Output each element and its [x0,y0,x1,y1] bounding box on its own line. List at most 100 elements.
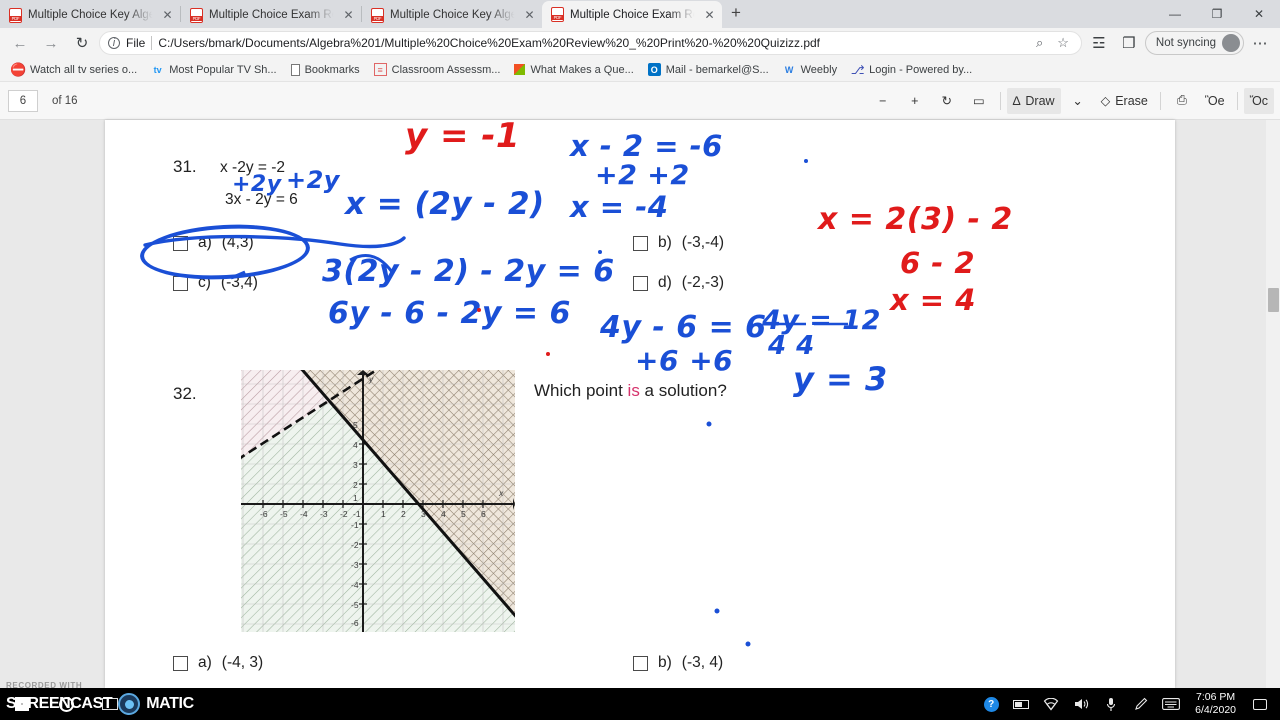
question-32-option-b[interactable]: b) (-3, 4) [633,654,723,672]
page-icon [290,63,300,76]
nav-right-actions: ☲ ❐ Not syncing ⋯ [1085,30,1274,56]
eraser-icon: ◇ [1100,94,1111,108]
help-icon[interactable]: ? [977,688,1005,720]
pdf-icon [9,7,22,23]
checkbox[interactable] [173,655,188,671]
bookmark-item[interactable]: tv Most Popular TV Sh... [145,61,282,78]
svg-text:3: 3 [353,460,358,470]
close-icon[interactable]: ✕ [161,8,174,22]
favorite-star-icon[interactable]: ☆ [1053,35,1073,51]
checkbox[interactable] [173,275,188,291]
svg-text:5: 5 [353,420,358,430]
bookmark-label: Most Popular TV Sh... [169,63,277,76]
close-icon[interactable]: ✕ [703,8,716,22]
bookmark-item[interactable]: O Mail - bemarkel@S... [642,61,775,78]
pen-icon[interactable] [1127,688,1155,720]
checkbox[interactable] [633,275,648,291]
pin-toolbar-button[interactable]: Ὄc [1243,87,1274,114]
windows-logo-icon [514,64,526,75]
watermark-screencast-o-matic: SCREENCAST MATIC [0,688,290,720]
viewer-scrollbar[interactable] [1266,120,1280,688]
notification-center-icon[interactable] [1246,688,1274,720]
browser-tab-3[interactable]: Multiple Choice Key Algebra 2 E ✕ [362,2,542,28]
bookmark-item[interactable]: ⎇ Login - Powered by... [845,61,978,78]
browser-tab-4-active[interactable]: Multiple Choice Exam Review _ P ✕ [542,1,722,28]
back-icon[interactable]: ← [6,30,34,56]
close-icon[interactable]: ✕ [523,8,536,22]
favorites-bar-icon[interactable]: ☲ [1085,30,1113,56]
save-button[interactable]: Ὃe [1199,88,1231,114]
question-31-equation-2: 3x - 2y = 6 [225,191,298,208]
taskbar-clock[interactable]: 7:06 PM 6/4/2020 [1187,691,1244,717]
question-31-option-b[interactable]: b) (-3,-4) [633,234,724,252]
draw-button[interactable]: ∆ Draw [1006,87,1061,114]
info-icon[interactable]: i [108,37,120,49]
zoom-icon[interactable]: ⌕ [1032,35,1047,51]
minimize-button[interactable]: — [1154,0,1196,28]
svg-text:-1: -1 [351,520,359,530]
wifi-icon[interactable] [1037,688,1065,720]
bookmark-label: Bookmarks [304,63,360,76]
pdf-toolbar: 6 of 16 − + ↻ ▭ ∆ Draw ⌄ ◇ Erase ⎙ Ὃe Ὄc [0,82,1280,120]
rotate-button[interactable]: ↻ [932,88,962,114]
print-button[interactable]: ⎙ [1167,88,1197,114]
maximize-button[interactable]: ❐ [1196,0,1238,28]
option-value: (-3,-4) [681,234,724,251]
draw-options-chevron-down-icon[interactable]: ⌄ [1063,88,1093,114]
microphone-icon[interactable] [1097,688,1125,720]
forward-icon[interactable]: → [37,30,65,56]
url-scheme-label: File [126,36,146,50]
scrollbar-thumb[interactable] [1268,288,1279,312]
svg-text:2: 2 [353,480,358,490]
page-count-label: of 16 [52,94,78,107]
zoom-out-button[interactable]: − [868,88,898,114]
option-letter: c) [198,274,211,291]
browser-tab-1[interactable]: Multiple Choice Key Algebra 2 E ✕ [0,2,180,28]
more-settings-icon[interactable]: ⋯ [1246,30,1274,56]
tab-strip: Multiple Choice Key Algebra 2 E ✕ Multip… [0,0,1280,28]
question-31-equation-1: x -2y = -2 [220,159,286,176]
option-letter: a) [198,234,212,251]
erase-button[interactable]: ◇ Erase [1095,88,1154,114]
draw-label: Draw [1025,93,1055,108]
svg-text:-6: -6 [260,509,268,519]
collections-icon[interactable]: ❐ [1115,30,1143,56]
page-number-input[interactable]: 6 [8,89,38,112]
question-31-option-d[interactable]: d) (-2,-3) [633,274,724,292]
svg-text:4: 4 [441,509,446,519]
tab-title: Multiple Choice Key Algebra 2 E [28,9,155,21]
bookmark-item[interactable]: ≡ Classroom Assessm... [368,61,507,78]
bookmark-item[interactable]: What Makes a Que... [508,62,639,78]
question-31-option-c[interactable]: c) (-3,4) [173,274,258,292]
svg-text:1: 1 [381,509,386,519]
bookmark-item[interactable]: Bookmarks [285,62,366,78]
reload-icon[interactable]: ↻ [68,30,96,56]
clock-time: 7:06 PM [1196,691,1236,703]
profile-label: Not syncing [1155,37,1216,49]
close-icon[interactable]: ✕ [342,8,355,22]
browser-tab-2[interactable]: Multiple Choice Exam Review _ P ✕ [181,2,361,28]
question-31-option-a[interactable]: a) (4,3) [173,234,254,252]
checkbox[interactable] [633,655,648,671]
bookmark-item[interactable]: W Weebly [777,61,843,78]
volume-icon[interactable] [1067,688,1095,720]
url-text: C:/Users/bmark/Documents/Algebra%201/Mul… [158,36,820,50]
address-bar[interactable]: i File C:/Users/bmark/Documents/Algebra%… [99,31,1082,55]
svg-text:-5: -5 [351,600,359,610]
watermark-brand-left: SCREENCAST [6,695,113,712]
profile-button[interactable]: Not syncing [1144,31,1244,55]
zoom-in-button[interactable]: + [900,88,930,114]
keyboard-icon[interactable] [1157,688,1185,720]
question-32-option-a[interactable]: a) (-4, 3) [173,654,263,672]
svg-text:6: 6 [481,509,486,519]
bookmark-label: What Makes a Que... [530,63,634,76]
checkbox[interactable] [173,235,188,251]
close-window-button[interactable]: ✕ [1238,0,1280,28]
svg-text:-4: -4 [300,509,308,519]
new-tab-button[interactable]: + [722,3,750,25]
battery-icon[interactable] [1007,688,1035,720]
checkbox[interactable] [633,235,648,251]
outlook-icon: O [647,63,661,76]
fit-page-button[interactable]: ▭ [964,88,994,114]
bookmark-item[interactable]: ⛔ Watch all tv series o... [6,61,143,78]
